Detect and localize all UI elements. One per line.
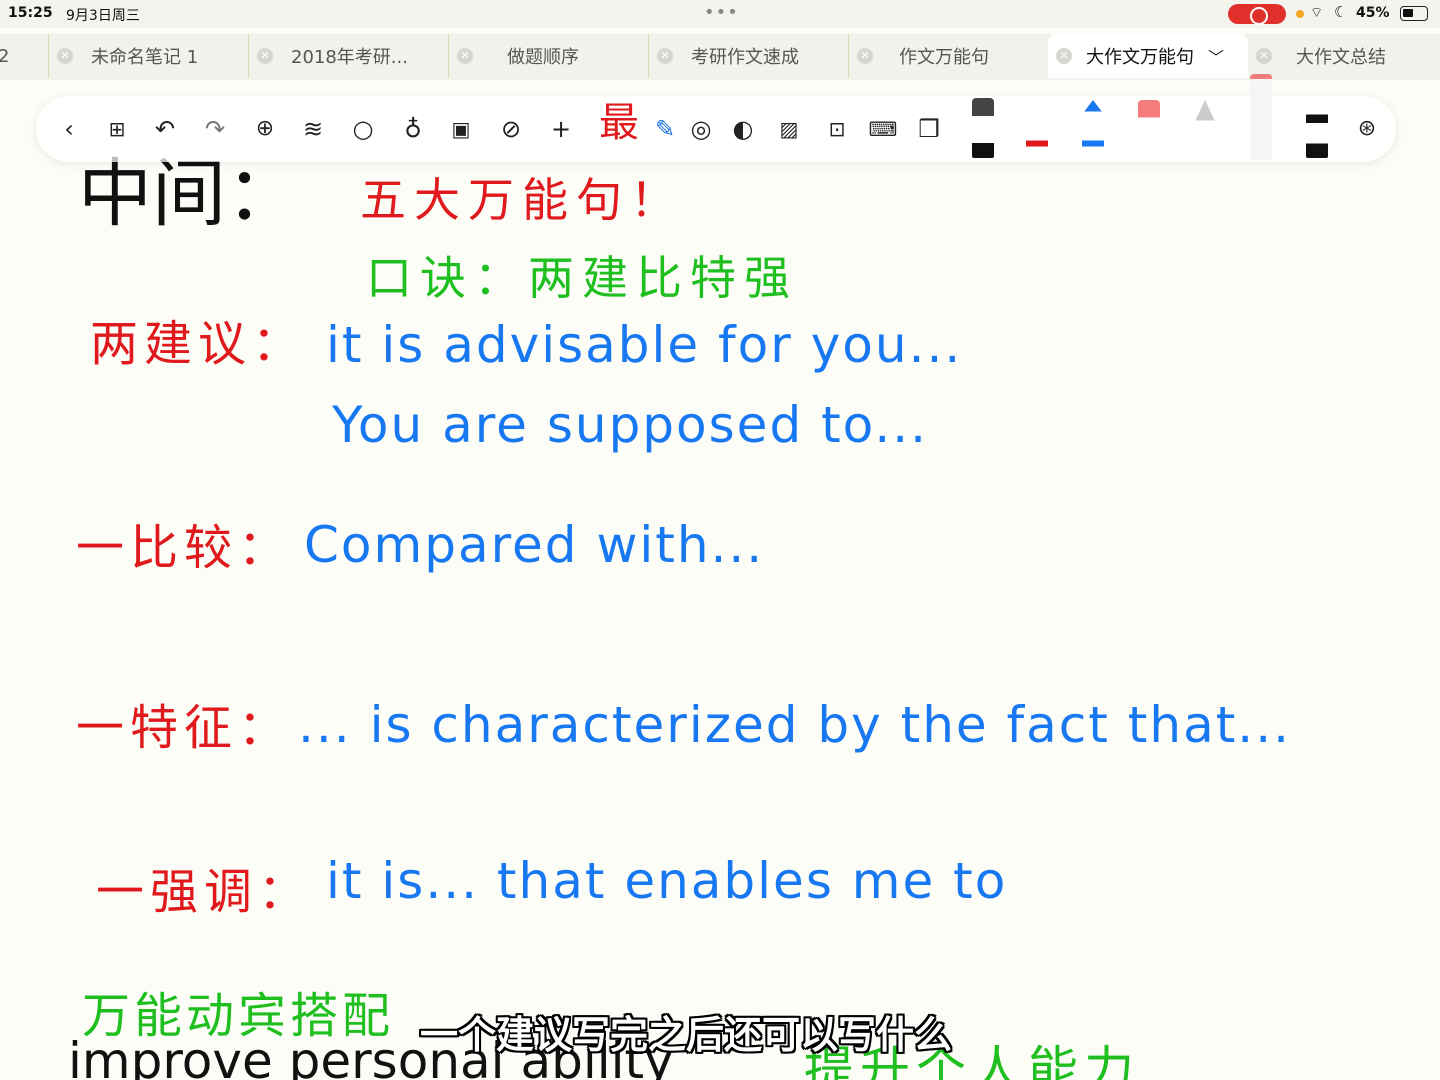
blue-pen-icon[interactable] [1082, 100, 1104, 158]
grid-icon[interactable]: ⊞ [102, 114, 132, 144]
red-pen-icon[interactable] [1026, 100, 1048, 158]
marker-icon[interactable] [1306, 100, 1328, 158]
floating-toolbar: ‹ ⊞ ↶ ↷ ⊕ ≋ ○ ♁ ▣ ⊘ + 最 ✎ ◎ ◐ ▨ ⊡ ⌨ ❒ ⊛ [36, 74, 1396, 162]
clipboard-icon[interactable]: ▣ [446, 114, 476, 144]
tab-4[interactable]: ✕ 考研作文速成 [648, 34, 846, 78]
five-sentences-line: 五大万能句！ [360, 173, 684, 227]
highlighter-icon[interactable] [1250, 74, 1272, 160]
lasso-icon[interactable]: ◎ [686, 114, 716, 144]
redo-icon[interactable]: ↷ [200, 114, 230, 144]
status-date: 9月3日周三 [66, 8, 140, 24]
tab-bar: 2 ✕ 未命名笔记 1 ✕ 2018年考研... ✕ 做题顺序 ✕ 考研作文速成… [0, 34, 1440, 80]
close-icon[interactable]: ✕ [1256, 48, 1272, 64]
tab-label: 做题顺序 [507, 47, 579, 68]
tab-label: 作文万能句 [899, 47, 989, 68]
suggest-label: 两建议： [90, 316, 307, 372]
tab-label: 大作文万能句 [1086, 47, 1194, 68]
tab-6-active[interactable]: ✕ 大作文万能句 ﹀ [1048, 34, 1248, 78]
mic-icon[interactable]: ♁ [398, 114, 428, 144]
feature-sentence: ... is characterized by the fact that... [298, 696, 1291, 754]
compare-sentence: Compared with... [304, 516, 765, 574]
globe-icon[interactable]: ⊘ [496, 114, 526, 144]
book-icon[interactable]: ❒ [914, 114, 944, 144]
close-icon[interactable]: ✕ [457, 48, 473, 64]
plus-icon[interactable]: + [546, 114, 576, 144]
video-subtitle: 一个建议写完之后还可以写什么 [420, 1013, 953, 1057]
keyboard-icon[interactable]: ⌨ [868, 114, 898, 144]
mnemonic-line: 口诀：两建比特强 [366, 251, 798, 305]
partial-red-char: 最 [599, 100, 639, 146]
tab-label: 未命名笔记 1 [91, 47, 199, 68]
suggest-sentence-2: You are supposed to... [332, 396, 929, 454]
back-icon[interactable]: ‹ [54, 114, 84, 144]
pen-icon[interactable]: ✎ [650, 114, 680, 144]
tab-2[interactable]: ✕ 2018年考研... [248, 34, 446, 78]
feature-label: 一特征： [76, 700, 293, 756]
screen-record-icon[interactable] [1228, 4, 1286, 25]
wifi-icon: ⌔ [1310, 5, 1324, 21]
close-icon[interactable]: ✕ [857, 48, 873, 64]
focus-moon-icon: ☾ [1334, 3, 1348, 21]
add-tool-icon[interactable]: ⊛ [1352, 114, 1382, 144]
pencil-icon[interactable] [1194, 100, 1216, 158]
tab-label: 考研作文速成 [691, 47, 799, 68]
note-canvas[interactable]: 中间： 五大万能句！ 口诀：两建比特强 两建议： it is advisable… [0, 80, 1440, 1080]
battery-icon [1400, 6, 1428, 21]
tab-label: 大作文总结 [1296, 47, 1386, 68]
tab-0[interactable]: 2 [0, 34, 48, 78]
image-icon[interactable]: ▨ [774, 114, 804, 144]
chevron-down-icon[interactable]: ﹀ [1208, 44, 1224, 68]
suggest-sentence-1: it is advisable for you... [326, 316, 963, 374]
tab-5[interactable]: ✕ 作文万能句 [848, 34, 1046, 78]
close-icon[interactable]: ✕ [57, 48, 73, 64]
fountain-pen-icon[interactable] [972, 98, 994, 158]
multitasking-dots-icon[interactable]: ••• [704, 2, 739, 23]
undo-icon[interactable]: ↶ [150, 114, 180, 144]
mic-indicator-icon [1296, 10, 1304, 18]
add-page-icon[interactable]: ⊕ [250, 114, 280, 144]
emphasis-sentence: it is... that enables me to [326, 852, 1008, 910]
status-bar: 15:25 9月3日周三 ••• ⌔ ☾ 45% [0, 0, 1440, 28]
text-box-icon[interactable]: ⊡ [822, 114, 852, 144]
battery-percent: 45% [1356, 5, 1390, 21]
tab-3[interactable]: ✕ 做题顺序 [448, 34, 646, 78]
search-icon[interactable]: ○ [348, 114, 378, 144]
eraser-icon[interactable] [1138, 100, 1160, 158]
emphasis-label: 一强调： [96, 864, 313, 920]
status-time: 15:25 [8, 5, 53, 21]
close-icon[interactable]: ✕ [657, 48, 673, 64]
tab-7[interactable]: ✕ 大作文总结 [1248, 34, 1440, 78]
tab-1[interactable]: ✕ 未命名笔记 1 [48, 34, 246, 78]
close-icon[interactable]: ✕ [1056, 48, 1072, 64]
close-icon[interactable]: ✕ [257, 48, 273, 64]
tab-label: 2 [0, 45, 10, 67]
compare-label: 一比较： [76, 520, 293, 576]
tab-label: 2018年考研... [291, 47, 408, 68]
shape-icon[interactable]: ◐ [728, 114, 758, 144]
layers-icon[interactable]: ≋ [298, 114, 328, 144]
